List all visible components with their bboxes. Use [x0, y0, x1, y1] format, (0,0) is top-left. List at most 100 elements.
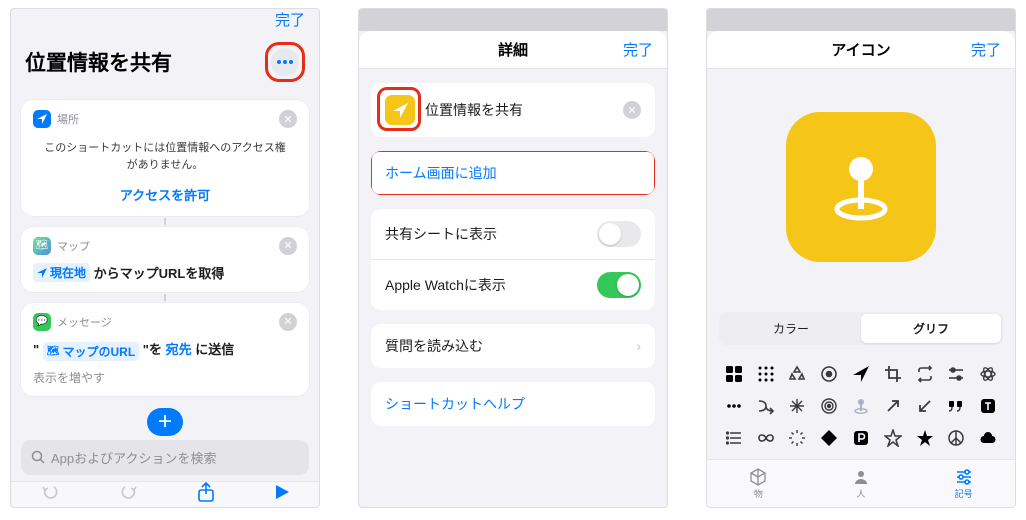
nav-bar: アイコン 完了 — [707, 31, 1015, 69]
card-chip-label: マップ — [57, 238, 90, 254]
glyph-recycle[interactable] — [787, 363, 809, 385]
remove-action-button[interactable]: ✕ — [279, 110, 297, 128]
shortcut-title: 位置情報を共有 — [25, 47, 172, 77]
action-line: " 🗺マップのURL "を 宛先 に送信 — [33, 339, 297, 361]
apple-watch-toggle[interactable] — [597, 272, 641, 298]
add-to-home-button[interactable]: ホーム画面に追加 — [371, 151, 655, 195]
nav-bar: 完了 — [11, 9, 319, 30]
glyph-atom[interactable] — [977, 363, 999, 385]
glyph-grid-4[interactable] — [723, 363, 745, 385]
show-more-button[interactable]: 表示を増やす — [33, 361, 297, 386]
variable-maps-url[interactable]: 🗺マップのURL — [43, 342, 139, 361]
segment-glyph[interactable]: グリフ — [861, 314, 1001, 343]
search-icon — [31, 450, 45, 464]
search-placeholder: Appおよびアクションを検索 — [51, 448, 216, 467]
shortcut-icon[interactable] — [385, 95, 415, 125]
glyph-grid — [707, 353, 1015, 459]
screen-details: 詳細 完了 位置情報を共有 ✕ ホーム画面に追加 共有シートに表示 — [358, 8, 668, 508]
page-title: アイコン — [831, 39, 890, 60]
glyph-infinity[interactable] — [755, 427, 777, 449]
screen-shortcut-editor: 完了 位置情報を共有 場所 ✕ このショートカットには位置情報へのアクセス権があ… — [10, 8, 320, 508]
import-group: 質問を読み込む › — [371, 324, 655, 368]
tab-symbols[interactable]: 記号 — [912, 460, 1015, 507]
share-sheet-row: 共有シートに表示 — [371, 209, 655, 260]
search-field[interactable]: Appおよびアクションを検索 — [21, 440, 309, 475]
glyph-peace[interactable] — [945, 427, 967, 449]
shortcut-name-cell[interactable]: 位置情報を共有 ✕ — [371, 83, 655, 137]
more-button[interactable] — [271, 48, 299, 76]
done-button[interactable]: 完了 — [971, 39, 1001, 60]
glyph-location-arrow[interactable] — [850, 363, 872, 385]
chevron-right-icon: › — [636, 338, 641, 354]
glyph-arrow-out[interactable] — [882, 395, 904, 417]
location-icon — [33, 110, 51, 128]
apple-watch-row: Apple Watchに表示 — [371, 260, 655, 310]
nav-bar: 詳細 完了 — [359, 31, 667, 69]
glyph-arrow-in[interactable] — [914, 395, 936, 417]
sheet-backdrop — [707, 9, 1015, 31]
connector-line — [164, 218, 166, 225]
glyph-star[interactable] — [914, 427, 936, 449]
glyph-target[interactable] — [818, 363, 840, 385]
action-card-location: 場所 ✕ このショートカットには位置情報へのアクセス権がありません。 アクセスを… — [21, 100, 309, 216]
glyph-text-t[interactable] — [977, 395, 999, 417]
share-button[interactable] — [197, 482, 215, 507]
redo-button[interactable] — [119, 482, 139, 507]
allow-access-button[interactable]: アクセスを許可 — [33, 177, 297, 206]
tab-objects[interactable]: 物 — [707, 460, 810, 507]
page-title: 詳細 — [498, 39, 528, 60]
action-line: 現在地 からマップURLを取得 — [33, 263, 297, 283]
location-arrow-icon — [37, 268, 47, 278]
import-questions-label: 質問を読み込む — [385, 336, 483, 356]
share-sheet-toggle[interactable] — [597, 221, 641, 247]
glyph-sliders[interactable] — [945, 363, 967, 385]
done-button[interactable]: 完了 — [275, 9, 305, 30]
category-tabbar: 物 人 記号 — [707, 459, 1015, 507]
share-sheet-label: 共有シートに表示 — [385, 224, 497, 244]
glyph-star-outline[interactable] — [882, 427, 904, 449]
screen-icon-picker: アイコン 完了 カラー グリフ — [706, 8, 1016, 508]
clear-name-button[interactable]: ✕ — [623, 101, 641, 119]
glyph-list[interactable] — [723, 427, 745, 449]
undo-button[interactable] — [40, 482, 60, 507]
glyph-sparkle[interactable] — [787, 395, 809, 417]
ellipsis-icon — [277, 60, 293, 64]
glyph-parking[interactable] — [850, 427, 872, 449]
done-button[interactable]: 完了 — [623, 39, 653, 60]
action-card-message: 💬 メッセージ ✕ " 🗺マップのURL "を 宛先 に送信 表示を増やす — [21, 303, 309, 396]
glyph-quote[interactable] — [945, 395, 967, 417]
shortcut-name-label: 位置情報を共有 — [425, 100, 523, 120]
glyph-loading[interactable] — [787, 427, 809, 449]
name-group: 位置情報を共有 ✕ — [371, 83, 655, 137]
add-action-button[interactable]: + — [147, 408, 183, 436]
glyph-more[interactable] — [723, 395, 745, 417]
display-options-group: 共有シートに表示 Apple Watchに表示 — [371, 209, 655, 310]
action-card-maps: 🗺 マップ ✕ 現在地 からマップURLを取得 — [21, 227, 309, 293]
card-chip-label: 場所 — [57, 111, 79, 127]
glyph-merge[interactable] — [755, 395, 777, 417]
variable-current-location[interactable]: 現在地 — [33, 263, 90, 282]
glyph-cloud[interactable] — [977, 427, 999, 449]
help-group: ショートカットヘルプ — [371, 382, 655, 426]
segment-color[interactable]: カラー — [721, 314, 861, 343]
import-questions-row[interactable]: 質問を読み込む › — [371, 324, 655, 368]
connector-line — [164, 294, 166, 301]
glyph-joystick[interactable] — [850, 395, 872, 417]
bottom-toolbar — [11, 481, 319, 507]
glyph-podcast[interactable] — [818, 395, 840, 417]
glyph-crop[interactable] — [882, 363, 904, 385]
recipient-field[interactable]: 宛先 — [166, 342, 192, 357]
tab-people[interactable]: 人 — [810, 460, 913, 507]
remove-action-button[interactable]: ✕ — [279, 313, 297, 331]
remove-action-button[interactable]: ✕ — [279, 237, 297, 255]
shortcut-help-button[interactable]: ショートカットヘルプ — [371, 382, 655, 426]
glyph-diamond[interactable] — [818, 427, 840, 449]
run-button[interactable] — [274, 484, 290, 505]
glyph-dots-grid[interactable] — [755, 363, 777, 385]
glyph-repeat[interactable] — [914, 363, 936, 385]
segmented-control: カラー グリフ — [719, 312, 1003, 345]
card-chip-label: メッセージ — [57, 314, 112, 330]
messages-icon: 💬 — [33, 313, 51, 331]
permission-message: このショートカットには位置情報へのアクセス権がありません。 — [33, 136, 297, 177]
apple-watch-label: Apple Watchに表示 — [385, 275, 506, 295]
